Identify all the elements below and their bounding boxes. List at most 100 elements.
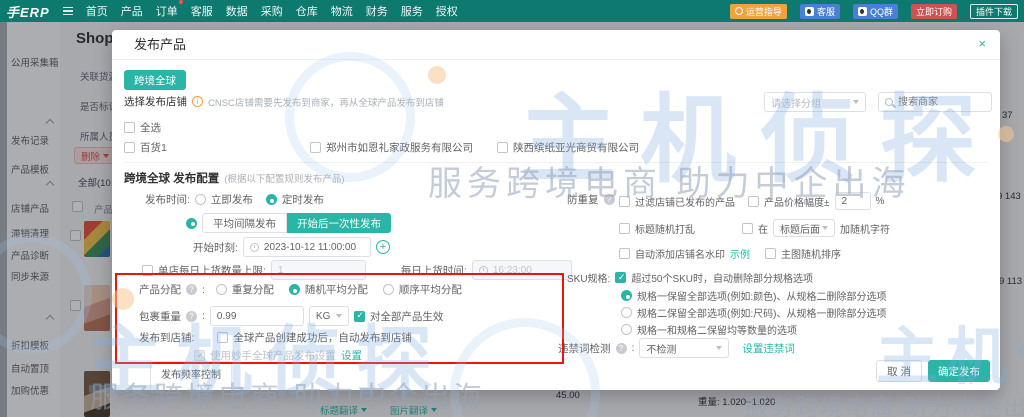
weight-input[interactable]: [209, 306, 304, 326]
title-shuffle-label: 标题随机打乱: [635, 224, 695, 236]
nav-services[interactable]: 服务: [401, 3, 423, 19]
sku-opt1-radio[interactable]: [621, 290, 632, 301]
qq-group-button[interactable]: QQ群: [852, 3, 898, 19]
close-icon[interactable]: ×: [978, 37, 986, 50]
nav-customer-service[interactable]: 客服: [191, 3, 213, 19]
weight-unit-select[interactable]: KG: [308, 306, 349, 326]
shop-checkbox[interactable]: [310, 142, 321, 153]
order-button[interactable]: 立即订购: [910, 3, 957, 19]
erp-app: 手ERP 首页 产品 订单 客服 数据 采购 仓库 物流 财务 服务 授权 运营…: [0, 0, 1024, 417]
sku-opt3-radio[interactable]: [621, 324, 632, 335]
apply-all-checkbox[interactable]: [353, 310, 365, 322]
position-value: 标题后面: [780, 224, 820, 236]
at-label: 在: [758, 224, 768, 236]
mode-interval-button[interactable]: 平均间隔发布: [202, 213, 287, 233]
shop-checkbox[interactable]: [497, 142, 508, 153]
config-section-title: 跨境全球 发布配置: [124, 173, 220, 185]
alloc-random-label: 随机平均分配: [304, 284, 368, 296]
scheduled-label: 定时发布: [281, 194, 324, 206]
nav-logistics[interactable]: 物流: [331, 3, 353, 19]
help-icon: [186, 284, 197, 295]
sku-over50-checkbox[interactable]: [615, 272, 627, 283]
help-icon: [186, 310, 197, 322]
cancel-button[interactable]: 取 消: [876, 360, 922, 382]
plugin-download-button[interactable]: 插件下载: [969, 3, 1018, 19]
select-all-checkbox[interactable]: [124, 122, 135, 133]
watermark-label: 自动添加店铺名水印: [635, 250, 725, 261]
chevron-down-icon: [716, 346, 723, 350]
auto-publish-label: 全球产品创建成功后，自动发布到店铺: [233, 332, 412, 344]
scheduled-radio[interactable]: [265, 194, 277, 205]
nav-finance[interactable]: 财务: [366, 3, 388, 19]
alloc-order-radio[interactable]: [382, 284, 394, 295]
apply-all-label: 对全部产品生效: [369, 310, 444, 323]
publish-time-label: 发布时间:: [145, 194, 190, 206]
qq-icon: [857, 6, 867, 16]
price-range-checkbox[interactable]: [748, 195, 759, 207]
frequency-control-panel[interactable]: 发布频率控制: [150, 361, 232, 389]
use-setting-checkbox[interactable]: [194, 350, 205, 361]
nav-orders[interactable]: 订单: [156, 0, 183, 19]
daily-limit-checkbox[interactable]: [142, 264, 153, 276]
sku-opt2-radio[interactable]: [621, 307, 632, 318]
nav-purchase[interactable]: 采购: [261, 3, 283, 19]
auto-publish-checkbox[interactable]: [217, 332, 229, 343]
daily-time-label: 每日上货时间:: [400, 264, 467, 277]
nav-home[interactable]: 首页: [86, 3, 108, 19]
search-icon: [885, 98, 893, 106]
dedupe-label: 防重复: [567, 194, 599, 206]
forbidden-select[interactable]: 不检测: [639, 338, 730, 358]
shop-search-box[interactable]: [878, 92, 992, 112]
shop-option[interactable]: 郑州市如恩礼家政服务有限公司: [310, 140, 473, 155]
select-all-shops[interactable]: 全选: [124, 120, 161, 135]
shop-option[interactable]: 陕西缤纸亚光商贸有限公司: [497, 140, 639, 155]
allocation-label: 产品分配: [139, 284, 181, 296]
alloc-repeat-label: 重复分配: [231, 284, 274, 296]
app-logo: 手ERP: [6, 4, 50, 20]
immediate-radio[interactable]: [194, 194, 206, 205]
daily-limit-input[interactable]: [270, 260, 366, 280]
chevron-down-icon: [335, 314, 342, 318]
start-time-picker[interactable]: 2023-10-12 11:00:00: [242, 237, 371, 257]
config-section-subtitle: (根据以下配置规则发布产品): [224, 174, 345, 185]
shop-checkbox[interactable]: [124, 142, 135, 153]
forbidden-setting-link[interactable]: 设置违禁词: [742, 341, 795, 356]
nav-products[interactable]: 产品: [121, 3, 143, 19]
colon: :: [202, 283, 205, 296]
guide-button[interactable]: 运营指导: [729, 3, 787, 19]
platform-tab-global[interactable]: 跨境全球: [124, 70, 186, 90]
alloc-repeat-radio[interactable]: [215, 284, 227, 295]
nav-warehouse[interactable]: 仓库: [296, 3, 318, 19]
watermark-checkbox[interactable]: [619, 248, 630, 259]
group-select-value: 请选择分组: [771, 98, 821, 110]
hamburger-icon[interactable]: [62, 6, 73, 16]
mode-once-button[interactable]: 开始后一次性发布: [287, 213, 391, 233]
group-select[interactable]: 请选择分组: [764, 92, 866, 112]
example-link[interactable]: 示例: [730, 246, 750, 261]
daily-time-value: 16:23:00: [492, 264, 532, 276]
service-button[interactable]: 客服: [799, 3, 840, 19]
shop-option[interactable]: 百货1: [124, 140, 167, 155]
filter-published-checkbox[interactable]: [619, 195, 630, 207]
weight-unit-value: KG: [315, 310, 331, 322]
info-icon: [192, 96, 203, 107]
nav-authorization[interactable]: 授权: [436, 3, 458, 19]
random-char-checkbox[interactable]: [742, 222, 753, 234]
alloc-random-radio[interactable]: [288, 284, 300, 295]
nav-data[interactable]: 数据: [226, 3, 248, 19]
clock-icon: [249, 242, 259, 252]
chevron-down-icon: [822, 226, 828, 230]
img-shuffle-checkbox[interactable]: [765, 248, 776, 259]
sku-opt3-label: 规格一和规格二保留均等数量的选项: [637, 326, 797, 337]
shop-search-input[interactable]: [898, 94, 978, 110]
title-shuffle-checkbox[interactable]: [619, 222, 630, 234]
top-nav: 手ERP 首页 产品 订单 客服 数据 采购 仓库 物流 财务 服务 授权 运营…: [0, 0, 1024, 22]
add-time-icon[interactable]: [375, 240, 390, 254]
price-range-input[interactable]: [834, 192, 871, 210]
mode-radio[interactable]: [186, 217, 197, 229]
shop-hint: CNSC店铺需要先发布到商家，再从全球产品发布到店铺: [208, 97, 444, 109]
confirm-publish-button[interactable]: 确定发布: [928, 360, 990, 382]
position-select[interactable]: 标题后面: [773, 219, 835, 237]
setting-link[interactable]: 设置: [341, 348, 362, 363]
shop-name: 陕西缤纸亚光商贸有限公司: [513, 142, 639, 154]
